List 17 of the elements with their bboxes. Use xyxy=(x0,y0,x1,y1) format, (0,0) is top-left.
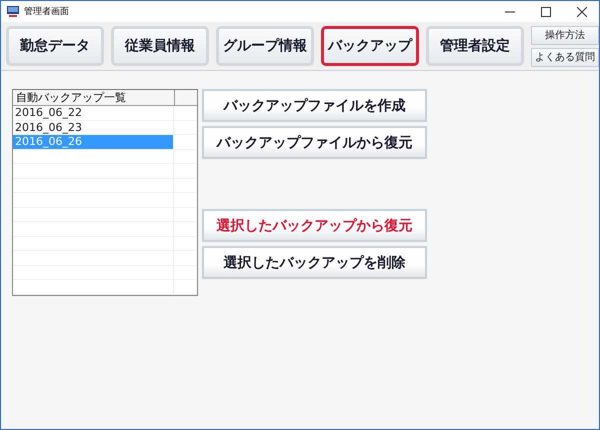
action-button[interactable]: バックアップファイルを作成 xyxy=(202,89,427,122)
tab[interactable]: 勤怠データ xyxy=(6,26,104,66)
app-icon xyxy=(7,6,19,17)
action-button[interactable]: 選択したバックアップから復元 xyxy=(202,209,427,242)
tab[interactable]: 管理者設定 xyxy=(426,26,524,66)
help-button[interactable]: 操作方法 xyxy=(531,26,599,44)
tab[interactable]: グループ情報 xyxy=(216,26,314,66)
action-button[interactable]: バックアップファイルから復元 xyxy=(202,126,427,159)
list-item[interactable]: 2016_06_22 xyxy=(13,106,173,120)
window-title: 管理者画面 xyxy=(24,6,69,18)
tab[interactable]: バックアップ xyxy=(321,26,419,66)
action-button[interactable]: 選択したバックアップを削除 xyxy=(202,246,427,279)
help-button[interactable]: よくある質問 xyxy=(531,48,599,66)
list-item[interactable]: 2016_06_23 xyxy=(13,120,173,134)
tab[interactable]: 従業員情報 xyxy=(111,26,209,66)
maximize-icon[interactable] xyxy=(541,6,551,16)
close-icon[interactable] xyxy=(577,6,587,16)
